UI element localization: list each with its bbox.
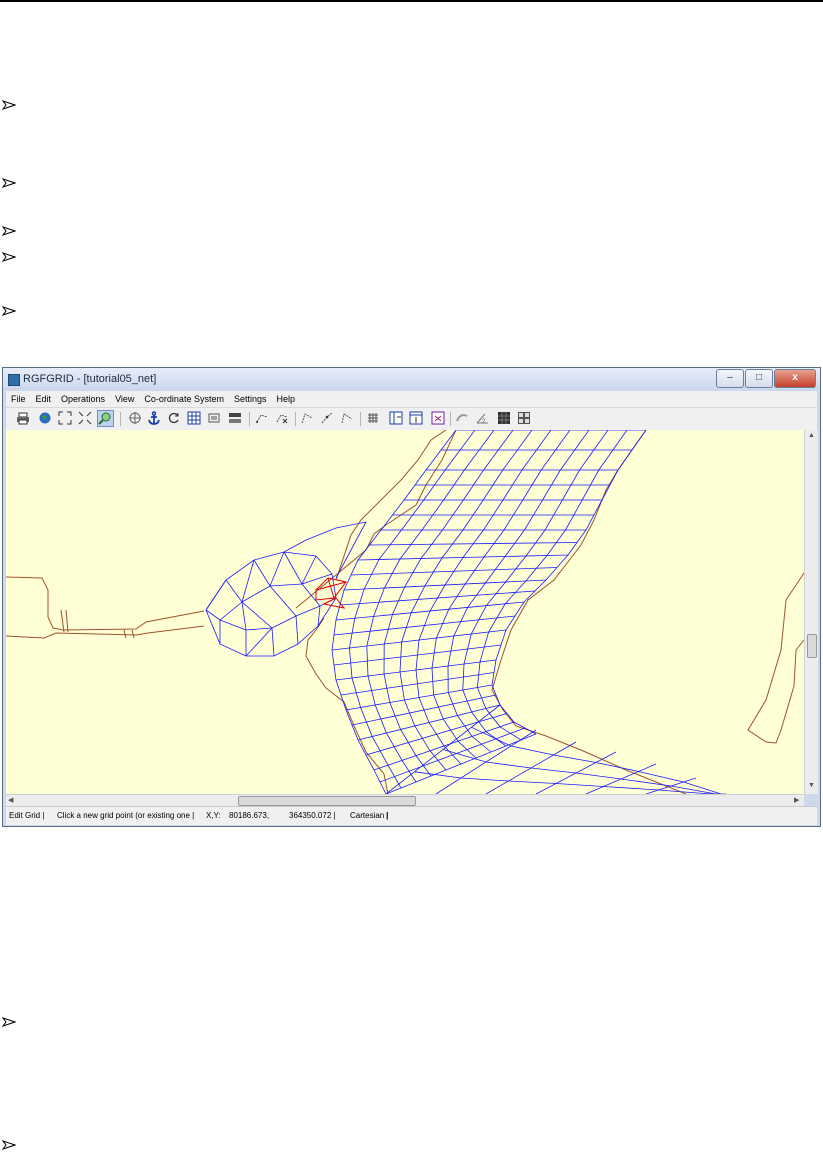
vertical-scroll-thumb[interactable] [807,634,817,658]
crosshair-icon[interactable] [128,411,142,425]
curve-icon[interactable] [455,411,469,425]
unstructured-triangle-mesh [205,521,367,657]
spline-icon[interactable] [255,411,269,425]
status-x-value: 80186.673, [229,811,270,820]
maximize-button[interactable]: □ [745,369,773,388]
toolbar: 2 [6,407,817,431]
menu-operations[interactable]: Operations [56,394,110,404]
rgfgrid-window: RGFGRID - [tutorial05_net] – □ x File Ed… [2,367,821,827]
grid-delete-icon[interactable] [431,411,445,425]
refresh-icon[interactable] [167,411,181,425]
delete-spline-icon[interactable] [275,411,289,425]
spline-move-icon[interactable] [340,411,354,425]
menu-edit[interactable]: Edit [31,394,57,404]
grid-insert-icon[interactable] [389,411,403,425]
horizontal-scroll-thumb[interactable] [238,796,416,806]
window-grid-icon[interactable] [517,411,531,425]
zoom-fit-icon[interactable] [78,411,92,425]
grid-refine-icon[interactable] [187,411,201,425]
spline-point-icon[interactable] [300,411,314,425]
land-boundary-icon[interactable] [228,411,242,425]
status-tail: | [386,811,389,820]
svg-text:2: 2 [482,419,486,425]
scroll-up-icon[interactable]: ▲ [808,432,815,439]
menu-coordinate-system[interactable]: Co-ordinate System [139,394,229,404]
globe-icon[interactable] [38,411,52,425]
window-title: RGFGRID - [tutorial05_net] [23,373,157,385]
app-icon [8,374,20,386]
status-coord-label: X,Y: [206,811,221,820]
status-bar: Edit Grid | Click a new grid point (or e… [6,806,817,825]
bullet-arrow-icon [2,226,16,236]
curvilinear-grid [331,430,726,794]
map-canvas[interactable] [6,430,804,794]
status-coord-system: Cartesian | [350,811,389,820]
vertical-scrollbar[interactable]: ▲ ▼ [804,430,818,794]
grid-add-icon[interactable] [409,411,423,425]
zoom-box-icon[interactable] [97,410,114,427]
bullet-arrow-icon [2,1140,16,1150]
anchor-icon[interactable] [147,411,161,425]
grid-icon[interactable] [366,411,380,425]
grid-drawing[interactable] [6,430,804,794]
scroll-right-icon[interactable]: ▶ [794,796,799,804]
page-top-rule [0,0,823,2]
bullet-arrow-icon [2,178,16,188]
block-fill-icon[interactable] [497,411,511,425]
close-button[interactable]: x [774,369,816,388]
scroll-down-icon[interactable]: ▼ [808,782,815,789]
selected-cells [315,577,347,609]
minimize-button[interactable]: – [716,369,744,388]
menu-help[interactable]: Help [272,394,301,404]
menu-file[interactable]: File [6,394,31,404]
land-boundary [6,430,804,794]
orthogonality-icon[interactable]: 2 [475,411,489,425]
status-y-value: 364350.072 | [289,811,336,820]
scroll-left-icon[interactable]: ◀ [8,796,13,804]
spline-insert-icon[interactable] [320,411,334,425]
menu-bar: File Edit Operations View Co-ordinate Sy… [6,391,817,407]
bullet-arrow-icon [2,1017,16,1027]
bullet-arrow-icon [2,306,16,316]
menu-settings[interactable]: Settings [229,394,272,404]
print-icon[interactable] [16,411,30,425]
bullet-arrow-icon [2,100,16,110]
bullet-arrow-icon [2,252,16,262]
zoom-extent-icon[interactable] [58,411,72,425]
properties-icon[interactable] [207,411,221,425]
title-bar[interactable]: RGFGRID - [tutorial05_net] – □ x [3,368,820,391]
status-mode: Edit Grid | [9,811,45,820]
status-hint: Click a new grid point (or existing one … [57,811,195,820]
menu-view[interactable]: View [110,394,139,404]
